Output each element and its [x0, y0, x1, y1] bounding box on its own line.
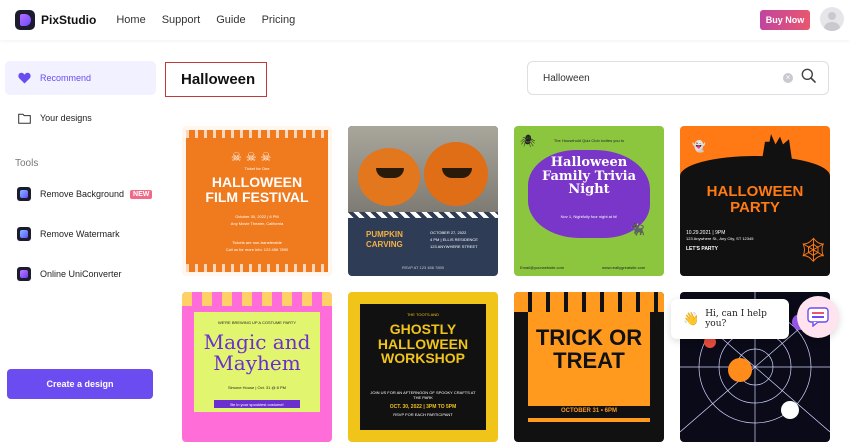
main-nav: Home Support Guide Pricing: [116, 14, 311, 26]
card-title: PUMPKIN CARVING: [366, 230, 403, 249]
sidebar-item-your-designs[interactable]: Your designs: [5, 101, 156, 135]
tools-heading: Tools: [15, 158, 39, 169]
chat-bubble[interactable]: 👋 Hi, can I help you?: [671, 299, 789, 339]
chat-icon: [807, 307, 829, 327]
card-subtitle: OCTOBER 31 • 6PM: [560, 408, 617, 414]
card-detail: www.reallygreatsite.com: [602, 265, 646, 270]
card-detail: Email@yourwebsite.com: [520, 265, 565, 270]
card-detail: Call us for more info: 123 456 7890: [225, 247, 289, 252]
chat-launcher-button[interactable]: [797, 296, 839, 338]
pumpkin-border: [514, 292, 664, 312]
card-small-text: WE'RE BREWING UP A COSTUME PARTY: [217, 320, 297, 325]
nav-guide[interactable]: Guide: [216, 14, 245, 26]
heart-icon: [17, 71, 31, 85]
sidebar-item-label: Recommend: [40, 73, 92, 83]
witch-cat-icon: 🐈‍⬛: [630, 222, 645, 236]
card-detail: OCT. 30, 2022 | 3PM TO 5PM: [389, 404, 457, 410]
card-subtitle: OCTOBER 27, 2022: [430, 230, 467, 235]
card-subtitle: October 30, 2022 | 8 PM: [235, 214, 279, 219]
clear-search-icon[interactable]: ×: [783, 73, 793, 83]
user-avatar[interactable]: [820, 7, 844, 31]
new-badge: NEW: [130, 189, 153, 199]
nav-home[interactable]: Home: [116, 14, 145, 26]
template-card-halloween-party[interactable]: 👻 HALLOWEEN PARTY 10.29.2021 | 9PM 123 A…: [680, 126, 830, 276]
card-detail: Be in your spookiest costume!: [230, 402, 284, 407]
uniconverter-icon: [17, 267, 31, 281]
template-card-trick-or-treat[interactable]: TRICK OR TREAT OCTOBER 31 • 6PM: [514, 292, 664, 442]
castle-icon: [762, 134, 792, 160]
sidebar-item-remove-watermark[interactable]: Remove Watermark: [5, 217, 156, 251]
chat-greeting: Hi, can I help you?: [705, 309, 767, 329]
search-input[interactable]: Halloween: [543, 73, 783, 84]
sidebar-item-label: Online UniConverter: [40, 269, 122, 279]
card-subtitle: JOIN US FOR AN AFTERNOON OF SPOOKY CRAFT…: [370, 390, 476, 400]
template-card-film-festival[interactable]: ☠☠☠ Ticket for One HALLOWEEN FILM FESTIV…: [182, 126, 332, 276]
sidebar: Recommend Your designs Tools Remove Back…: [0, 40, 165, 414]
sidebar-item-recommend[interactable]: Recommend: [5, 61, 156, 95]
spiderweb-icon: 🕸: [798, 237, 829, 264]
ghost-icon: 👻: [692, 141, 706, 153]
top-navigation-bar: PixStudio Home Support Guide Pricing Buy…: [0, 0, 850, 40]
sidebar-item-label: Remove Background: [40, 189, 125, 199]
pixstudio-logo-icon: [15, 10, 35, 30]
card-subtitle: Nov 1, Nightfully four night at hi!: [560, 214, 618, 219]
app-logo[interactable]: PixStudio: [15, 10, 96, 30]
card-title: TRICK OR TREAT: [535, 325, 643, 374]
nav-pricing[interactable]: Pricing: [262, 14, 296, 26]
card-detail: RSVP AT 123 456 7890: [401, 265, 445, 270]
skull-icons: ☠☠☠: [231, 150, 276, 164]
card-small-text: The Household Quiz Club invites you to: [553, 138, 625, 143]
card-detail: 4 PM | ELLIS RESIDENCE: [430, 237, 478, 242]
sidebar-item-online-uniconverter[interactable]: Online UniConverter: [5, 257, 156, 291]
remove-background-icon: [17, 187, 31, 201]
card-title: Magic and Mayhem: [203, 330, 311, 375]
card-title: GHOSTLY HALLOWEEN WORKSHOP: [377, 321, 469, 367]
template-card-magic-mayhem[interactable]: WE'RE BREWING UP A COSTUME PARTY Magic a…: [182, 292, 332, 442]
card-detail: Tickets are non-transferable: [232, 240, 282, 245]
pumpkin-photo: [348, 126, 498, 214]
card-title: Halloween Family Trivia Night: [541, 155, 637, 198]
template-card-trivia-night[interactable]: 🕷 The Household Quiz Club invites you to…: [514, 126, 664, 276]
nav-support[interactable]: Support: [162, 14, 201, 26]
sidebar-item-label: Remove Watermark: [40, 229, 120, 239]
card-title: HALLOWEEN FILM FESTIVAL: [205, 174, 309, 205]
card-detail: LET'S PARTY: [686, 246, 718, 252]
card-title: HALLOWEEN PARTY: [706, 183, 804, 216]
card-small-text: Ticket for One: [244, 166, 270, 171]
waving-hand-icon: 👋: [683, 311, 700, 326]
buy-now-button[interactable]: Buy Now: [760, 10, 810, 30]
card-subtitle: Simone House | Oct. 31 @ 8 PM: [227, 385, 286, 390]
card-detail: 123 ANYWHERE STREET: [430, 244, 478, 249]
sidebar-item-remove-background[interactable]: Remove Background NEW: [5, 177, 156, 211]
card-detail: 123 Anywhere St., Any City, ST 12345: [686, 236, 754, 241]
page-title: Halloween: [165, 62, 267, 97]
card-small-text: THE TOOTS AND: [406, 312, 440, 317]
template-card-ghostly-workshop[interactable]: THE TOOTS AND GHOSTLY HALLOWEEN WORKSHOP…: [348, 292, 498, 442]
app-name: PixStudio: [41, 13, 97, 27]
sidebar-item-label: Your designs: [40, 113, 92, 123]
search-box[interactable]: Halloween ×: [527, 61, 829, 95]
search-icon[interactable]: [801, 68, 816, 88]
card-detail: RSVP FOR EACH PARTICIPANT: [393, 412, 453, 417]
card-detail: Any Movie Theater, California: [230, 221, 284, 226]
remove-watermark-icon: [17, 227, 31, 241]
create-design-button[interactable]: Create a design: [7, 369, 153, 399]
folder-icon: [17, 111, 31, 125]
template-card-pumpkin-carving[interactable]: PUMPKIN CARVING OCTOBER 27, 2022 4 PM | …: [348, 126, 498, 276]
